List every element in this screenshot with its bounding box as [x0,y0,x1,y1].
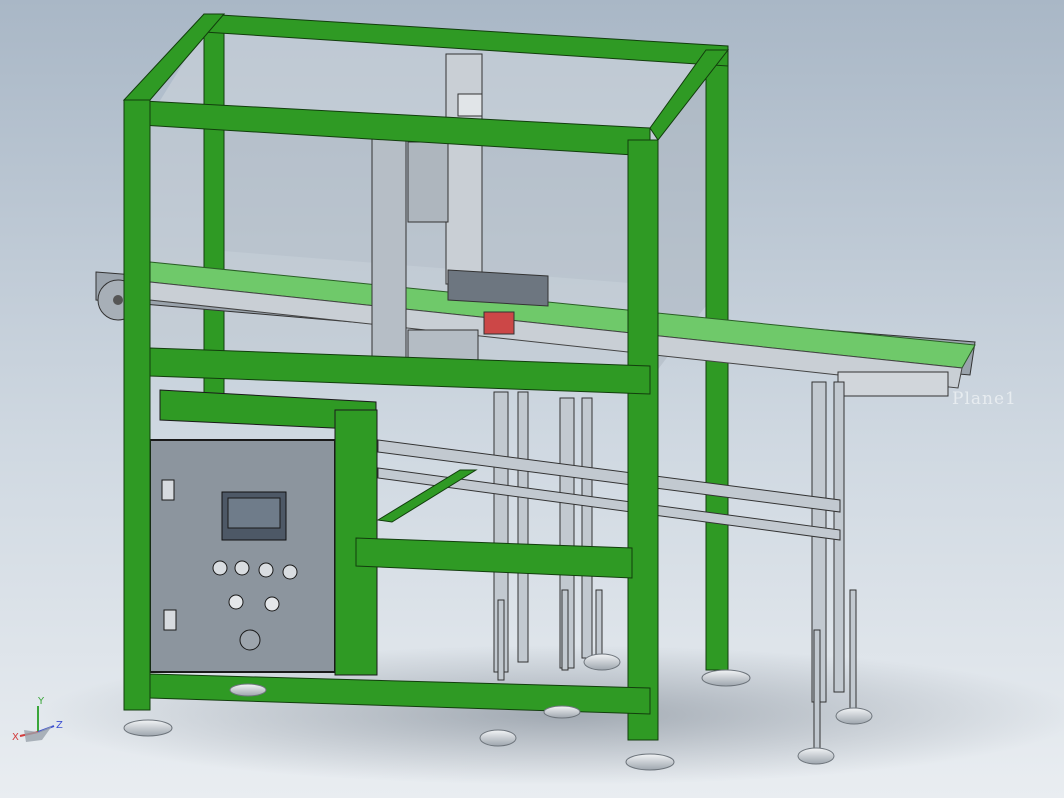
control-cabinet [149,389,378,676]
triad-z-label: Z [56,720,63,731]
selector-switch [212,560,228,576]
triad-x-label: X [12,732,19,743]
machine-assembly-model[interactable] [0,0,1064,798]
coordinate-triad: Y X Z [8,696,68,752]
emergency-stop-button [228,594,244,610]
plane-label[interactable]: Plane1 [952,389,1017,409]
triad-y-label: Y [38,696,45,707]
cad-viewport[interactable]: Plane1 Y X Z [0,0,1064,798]
